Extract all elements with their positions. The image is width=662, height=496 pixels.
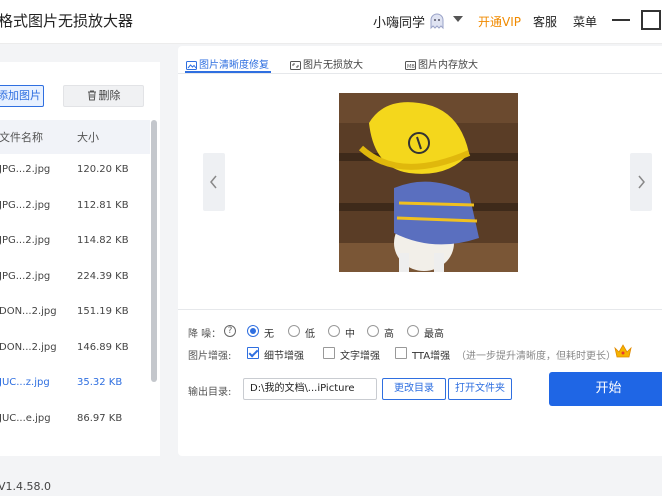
file-row[interactable]: JPG...2.jpg 114.82 KB xyxy=(0,225,150,260)
title-bar: 格式图片无损放大器 小嗨同学 开通VIP 客服 菜单 xyxy=(0,0,662,44)
file-row[interactable]: JUC...e.jpg 86.97 KB xyxy=(0,403,150,438)
file-size: 114.82 KB xyxy=(77,235,129,246)
output-dir-label: 输出目录: xyxy=(188,387,232,398)
customer-service-link[interactable]: 客服 xyxy=(533,13,557,30)
options-divider xyxy=(178,309,662,310)
file-name: DON...2.jpg xyxy=(0,306,57,317)
file-list-header: 文件名称 大小 xyxy=(0,120,150,154)
enhance-label: 图片增强: xyxy=(188,351,232,362)
output-path-field[interactable]: D:\我的文档\...iPicture xyxy=(243,378,377,400)
open-folder-button[interactable]: 打开文件夹 xyxy=(448,378,512,400)
file-name: DON...2.jpg xyxy=(0,341,57,353)
column-header-size: 大小 xyxy=(77,131,99,144)
text-enhance-checkbox[interactable] xyxy=(323,347,335,359)
denoise-radio-none[interactable] xyxy=(247,325,259,337)
svg-text:MB: MB xyxy=(407,64,415,70)
denoise-label-high: 高 xyxy=(384,329,394,340)
denoise-label-none: 无 xyxy=(264,329,274,340)
file-name: JPG...2.jpg xyxy=(0,164,51,175)
denoise-radio-medium[interactable] xyxy=(328,325,340,337)
file-row[interactable]: DON...2.jpg 146.89 KB xyxy=(0,332,150,367)
tab-lossless-enlarge[interactable]: 图片无损放大 xyxy=(290,56,363,71)
denoise-radio-high[interactable] xyxy=(367,325,379,337)
detail-enhance-label: 细节增强 xyxy=(264,351,304,362)
file-row[interactable]: JPG...2.jpg 112.81 KB xyxy=(0,190,150,225)
file-row[interactable]: JPG...2.jpg 120.20 KB xyxy=(0,154,150,189)
denoise-label-medium: 中 xyxy=(345,329,355,340)
file-size: 86.97 KB xyxy=(77,412,123,424)
vip-crown-icon xyxy=(614,344,632,358)
denoise-label-highest: 最高 xyxy=(424,329,444,340)
file-size: 120.20 KB xyxy=(77,164,129,175)
detail-enhance-checkbox[interactable] xyxy=(247,347,259,359)
next-image-button[interactable] xyxy=(630,153,652,211)
ghost-avatar-icon[interactable] xyxy=(428,12,446,30)
tab-label: 图片内存放大 xyxy=(418,60,478,71)
menu-link[interactable]: 菜单 xyxy=(573,13,597,30)
file-size: 224.39 KB xyxy=(77,270,129,282)
file-name: JPG...2.jpg xyxy=(0,270,51,282)
file-size: 112.81 KB xyxy=(77,199,129,211)
file-name: JPG...2.jpg xyxy=(0,199,51,211)
file-size: 151.19 KB xyxy=(77,306,129,317)
file-name: JUC...e.jpg xyxy=(0,412,51,424)
user-name[interactable]: 小嗨同学 xyxy=(373,12,425,31)
file-size: 35.32 KB xyxy=(77,377,123,388)
start-button[interactable]: 开始 xyxy=(549,372,662,406)
denoise-label-low: 低 xyxy=(305,329,315,340)
maximize-icon[interactable] xyxy=(641,10,661,30)
main-panel: 图片清晰度修复 图片无损放大 MB 图片内存放大 降 噪： ? 无 低 中 高 … xyxy=(178,46,662,456)
app-title: 格式图片无损放大器 xyxy=(0,12,134,30)
tab-memory-enlarge[interactable]: MB 图片内存放大 xyxy=(405,56,478,71)
tta-enhance-checkbox[interactable] xyxy=(395,347,407,359)
open-vip-link[interactable]: 开通VIP xyxy=(478,13,521,30)
file-row[interactable]: JPG...2.jpg 224.39 KB xyxy=(0,261,150,296)
user-dropdown-caret-icon[interactable] xyxy=(453,16,463,22)
delete-button[interactable]: 删除 xyxy=(63,85,144,107)
tab-image-repair[interactable]: 图片清晰度修复 xyxy=(186,56,269,71)
file-list-scrollbar[interactable] xyxy=(151,120,157,382)
delete-label: 删除 xyxy=(98,89,121,102)
tab-label: 图片清晰度修复 xyxy=(199,60,269,71)
denoise-radio-low[interactable] xyxy=(288,325,300,337)
denoise-label: 降 噪： xyxy=(188,329,222,340)
image-repair-icon xyxy=(186,61,197,70)
text-enhance-label: 文字增强 xyxy=(340,351,380,362)
tta-hint: （进一步提升清晰度，但耗时更长） xyxy=(456,351,616,362)
file-row[interactable]: JUC...z.jpg 35.32 KB xyxy=(0,367,150,402)
preview-image xyxy=(339,93,518,272)
tab-label: 图片无损放大 xyxy=(303,60,363,71)
image-enlarge-icon xyxy=(290,61,301,70)
file-name: JUC...z.jpg xyxy=(0,377,50,388)
memory-enlarge-icon: MB xyxy=(405,61,416,70)
chevron-right-icon xyxy=(638,175,645,189)
tabs-divider xyxy=(178,73,662,74)
file-size: 146.89 KB xyxy=(77,341,129,353)
chevron-left-icon xyxy=(210,175,217,189)
add-image-button[interactable]: 添加图片 xyxy=(0,85,44,107)
denoise-radio-highest[interactable] xyxy=(407,325,419,337)
tta-enhance-label: TTA增强 xyxy=(412,351,451,362)
minimize-icon[interactable] xyxy=(612,19,630,21)
help-icon[interactable]: ? xyxy=(224,325,236,337)
trash-icon xyxy=(87,90,96,101)
column-header-name: 文件名称 xyxy=(0,131,43,144)
previous-image-button[interactable] xyxy=(203,153,225,211)
file-name: JPG...2.jpg xyxy=(0,235,51,246)
change-directory-button[interactable]: 更改目录 xyxy=(382,378,446,400)
file-list-panel: 添加图片 删除 文件名称 大小 JPG...2.jpg 120.20 KB JPG.… xyxy=(0,62,160,456)
version-label: V1.4.58.0 xyxy=(0,480,52,493)
file-row[interactable]: DON...2.jpg 151.19 KB xyxy=(0,296,150,331)
